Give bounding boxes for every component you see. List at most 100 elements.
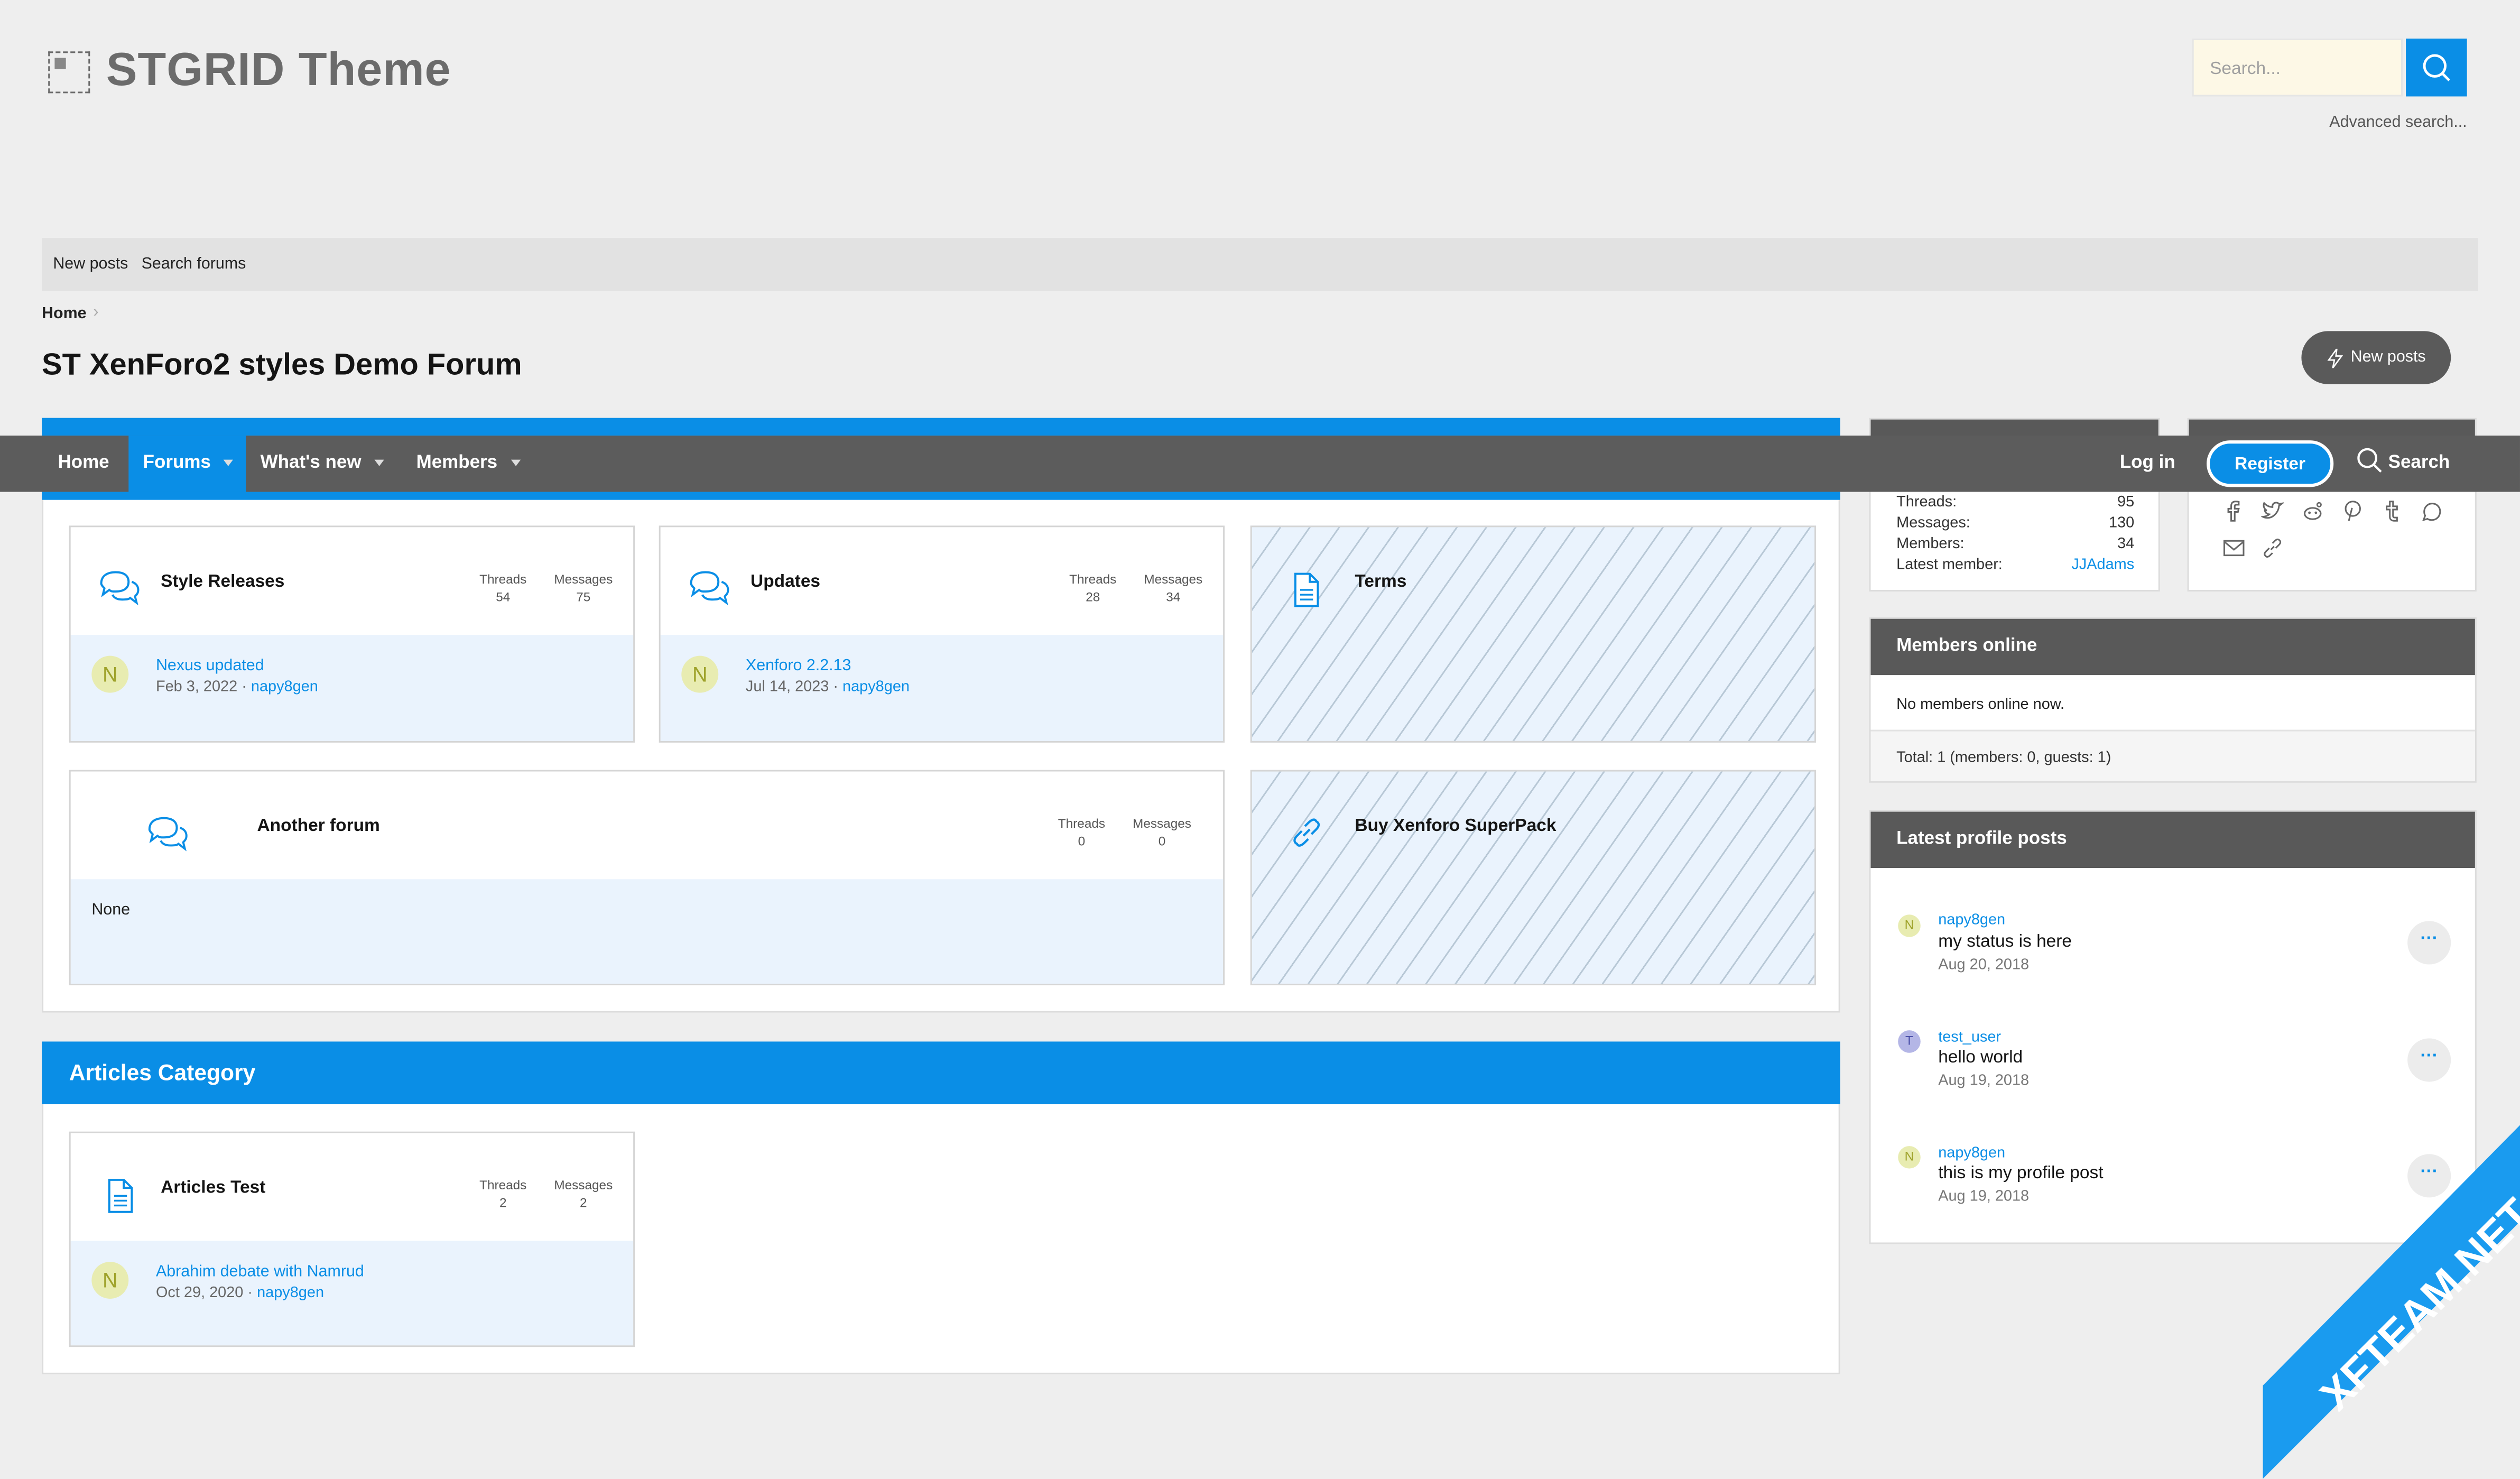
articles-category-title[interactable]: Articles Category	[69, 1059, 256, 1085]
profile-post-message: my status is here	[1938, 932, 2072, 952]
meta-dot: ·	[833, 678, 839, 696]
nav-login[interactable]: Log in	[2120, 436, 2175, 492]
nav-home[interactable]: Home	[58, 436, 109, 492]
members-online-title[interactable]: Members online	[1896, 636, 2037, 655]
profile-post-user[interactable]: napy8gen	[1938, 1144, 2005, 1162]
advanced-search-link[interactable]: Advanced search...	[2250, 114, 2467, 132]
profile-post-date[interactable]: Aug 19, 2018	[1938, 1188, 2029, 1205]
chevron-down-icon[interactable]	[510, 459, 520, 466]
last-post-title[interactable]: Nexus updated	[156, 658, 264, 675]
pinterest-icon[interactable]	[2343, 500, 2362, 523]
document-icon	[1294, 572, 1319, 607]
threads-count: 54	[496, 589, 511, 605]
members-online-total: Total: 1 (members: 0, guests: 1)	[1896, 749, 2111, 767]
link-icon	[1293, 818, 1320, 847]
messages-count: 75	[576, 589, 591, 605]
stat-latest-member[interactable]: JJAdams	[2071, 556, 2134, 574]
forum-card-another-forum[interactable]: Another forum Threads 0 Messages 0 None	[69, 770, 1225, 986]
copy-link-icon[interactable]	[2261, 537, 2284, 560]
nav-search-label: Search	[2388, 453, 2450, 473]
register-button[interactable]: Register	[2207, 440, 2334, 487]
last-post-date: Feb 3, 2022	[155, 678, 238, 696]
main-navbar: Home Forums What's new Members Log in Re…	[0, 436, 2520, 492]
forum-title[interactable]: Style Releases	[161, 572, 284, 591]
messages-label: Messages	[554, 1178, 613, 1193]
forum-title[interactable]: Another forum	[257, 817, 380, 836]
search-input[interactable]: Search...	[2192, 38, 2403, 97]
forum-title[interactable]: Terms	[1355, 572, 1406, 591]
forum-title[interactable]: Updates	[751, 572, 820, 591]
avatar[interactable]: N	[1898, 914, 1921, 937]
profile-post-date[interactable]: Aug 19, 2018	[1938, 1072, 2029, 1089]
more-options-button[interactable]: ···	[2407, 921, 2451, 965]
avatar[interactable]: N	[91, 655, 129, 693]
avatar[interactable]: N	[91, 1262, 129, 1299]
threads-label: Threads	[479, 1178, 527, 1193]
subnav-new-posts[interactable]: New posts	[53, 255, 128, 273]
last-post-user[interactable]: napy8gen	[251, 678, 318, 696]
threads-label: Threads	[1069, 572, 1117, 587]
facebook-icon[interactable]	[2224, 500, 2240, 523]
category-header-bar	[42, 418, 1840, 436]
sub-navigation: New posts Search forums	[42, 238, 2478, 291]
document-icon	[108, 1178, 133, 1213]
forum-card-terms[interactable]: Terms	[1250, 525, 1817, 743]
stat-latest-label: Latest member:	[1896, 556, 2003, 574]
last-post-date: Jul 14, 2023	[745, 678, 829, 696]
stat-members-value: 34	[2117, 535, 2135, 553]
articles-category-header[interactable]	[42, 1041, 1840, 1105]
whatsapp-icon[interactable]	[2420, 500, 2443, 523]
logo-grid-icon	[48, 50, 90, 93]
nav-forums[interactable]: Forums	[128, 436, 246, 492]
last-post-title[interactable]: Xenforo 2.2.13	[746, 658, 851, 675]
avatar[interactable]: N	[681, 655, 719, 693]
profile-posts-title[interactable]: Latest profile posts	[1896, 829, 2067, 848]
last-post-user[interactable]: napy8gen	[842, 678, 910, 696]
forum-card-style-releases[interactable]: Style Releases Threads 54 Messages 75 N Ne…	[69, 525, 635, 743]
threads-label: Threads	[479, 572, 527, 587]
chat-bubbles-icon	[690, 571, 729, 606]
members-online-none: No members online now.	[1896, 696, 2065, 714]
subnav-search-forums[interactable]: Search forums	[142, 255, 246, 273]
forum-title[interactable]: Buy Xenforo SuperPack	[1355, 817, 1556, 836]
tumblr-icon[interactable]	[2384, 500, 2399, 523]
avatar[interactable]: N	[1898, 1146, 1921, 1169]
more-options-button[interactable]: ···	[2407, 1038, 2451, 1082]
forum-card-updates[interactable]: Updates Threads 28 Messages 34 N Xenforo 2…	[659, 525, 1225, 743]
profile-post-date[interactable]: Aug 20, 2018	[1938, 956, 2029, 974]
twitter-icon[interactable]	[2261, 501, 2284, 521]
profile-post-message: hello world	[1938, 1048, 2023, 1068]
avatar[interactable]: T	[1898, 1030, 1921, 1053]
last-post-title[interactable]: Abrahim debate with Namrud	[156, 1263, 364, 1281]
last-post-user[interactable]: napy8gen	[257, 1284, 324, 1302]
profile-post-user[interactable]: napy8gen	[1938, 911, 2005, 929]
stat-messages-label: Messages:	[1896, 514, 1970, 532]
search-icon	[2357, 448, 2382, 473]
watermark-text: XFTEAM.NET	[2311, 1189, 2520, 1419]
watermark-ribbon: XFTEAM.NET	[2263, 1125, 2520, 1479]
chevron-down-icon[interactable]	[224, 459, 234, 466]
stat-threads-value: 95	[2117, 493, 2135, 511]
reddit-icon[interactable]	[2301, 500, 2324, 523]
chevron-down-icon[interactable]	[374, 459, 384, 466]
nav-search[interactable]: Search	[2356, 436, 2450, 492]
chat-bubbles-icon	[100, 571, 140, 606]
profile-post-user[interactable]: test_user	[1938, 1029, 2001, 1046]
search-button[interactable]	[2406, 38, 2467, 97]
new-posts-button[interactable]: New posts	[2301, 331, 2451, 384]
meta-dot: ·	[242, 678, 247, 696]
forum-title[interactable]: Articles Test	[161, 1178, 265, 1197]
breadcrumb-home[interactable]: Home	[42, 306, 87, 323]
nav-whats-new[interactable]: What's new	[261, 436, 384, 492]
forum-card-articles-test[interactable]: Articles Test Threads 2 Messages 2 N Abrah…	[69, 1131, 635, 1347]
messages-count: 2	[580, 1196, 587, 1210]
forum-card-superpack-link[interactable]: Buy Xenforo SuperPack	[1250, 770, 1817, 986]
messages-count: 34	[1166, 589, 1181, 605]
threads-label: Threads	[1058, 816, 1106, 831]
search-icon	[2423, 54, 2450, 81]
messages-label: Messages	[1133, 816, 1191, 831]
nav-members[interactable]: Members	[416, 436, 520, 492]
nav-members-label: Members	[416, 453, 498, 473]
email-icon[interactable]	[2222, 539, 2245, 558]
site-logo[interactable]: STGRID Theme	[48, 45, 451, 98]
